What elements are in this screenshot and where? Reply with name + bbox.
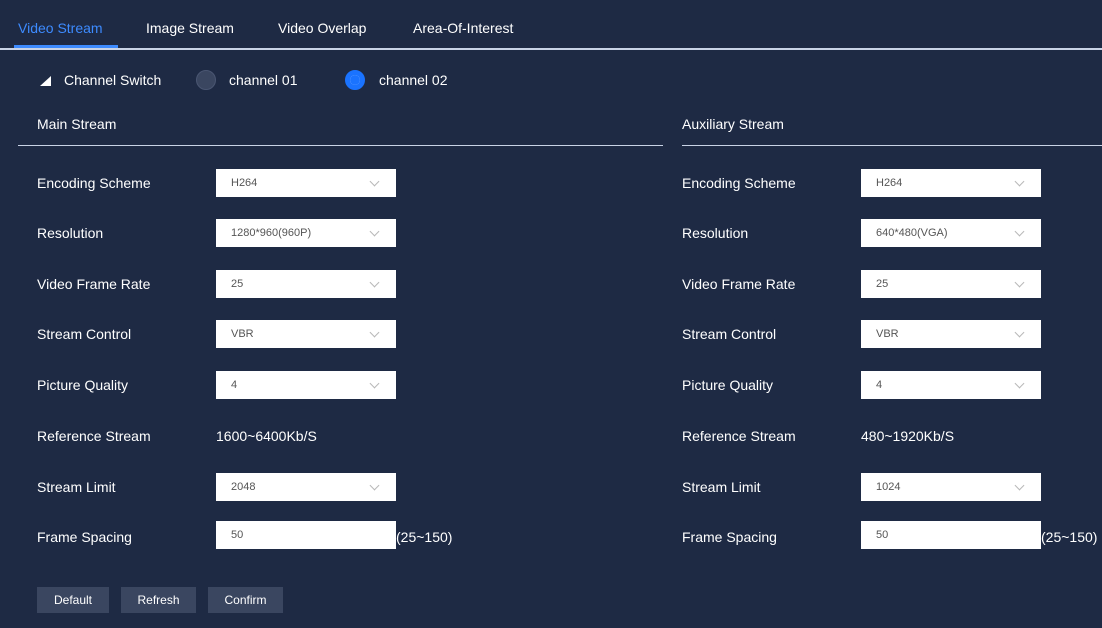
main-reference-stream-label: Reference Stream [37, 428, 151, 444]
main-frame-rate-label: Video Frame Rate [37, 276, 151, 292]
active-tab-indicator [14, 45, 118, 48]
main-frame-spacing-label: Frame Spacing [37, 529, 132, 545]
main-frame-rate-value: 25 [231, 278, 244, 290]
chevron-down-icon [1014, 480, 1025, 491]
aux-frame-rate-select[interactable]: 25 [861, 270, 1041, 298]
main-encoding-scheme-value: H264 [231, 177, 258, 189]
main-stream-control-value: VBR [231, 328, 254, 340]
aux-stream-limit-select[interactable]: 1024 [861, 473, 1041, 501]
main-resolution-label: Resolution [37, 225, 104, 241]
aux-picture-quality-value: 4 [876, 379, 883, 391]
aux-encoding-scheme-select[interactable]: H264 [861, 169, 1041, 197]
aux-stream-control-label: Stream Control [682, 326, 777, 342]
channel-01-radio[interactable] [196, 70, 216, 90]
main-frame-spacing-input[interactable] [216, 521, 396, 549]
aux-picture-quality-label: Picture Quality [682, 377, 774, 393]
tab-video-stream[interactable]: Video Stream [18, 20, 103, 36]
chevron-down-icon [369, 176, 380, 187]
main-encoding-scheme-select[interactable]: H264 [216, 169, 396, 197]
aux-picture-quality-select[interactable]: 4 [861, 371, 1041, 399]
chevron-down-icon [1014, 327, 1025, 338]
tab-area-of-interest[interactable]: Area-Of-Interest [413, 20, 513, 36]
aux-resolution-value: 640*480(VGA) [876, 227, 948, 239]
aux-stream-divider [682, 145, 1102, 146]
aux-encoding-scheme-value: H264 [876, 177, 903, 189]
chevron-down-icon [369, 277, 380, 288]
main-stream-divider [18, 145, 663, 146]
main-stream-limit-value: 2048 [231, 481, 256, 493]
channel-switch: Channel Switch channel 01 channel 02 [0, 60, 700, 100]
main-picture-quality-select[interactable]: 4 [216, 371, 396, 399]
aux-frame-spacing-label: Frame Spacing [682, 529, 777, 545]
chevron-down-icon [1014, 277, 1025, 288]
aux-stream-limit-label: Stream Limit [682, 479, 761, 495]
channel-02-radio[interactable] [345, 70, 365, 90]
main-resolution-value: 1280*960(960P) [231, 227, 312, 239]
aux-frame-rate-value: 25 [876, 278, 889, 290]
channel-02-label[interactable]: channel 02 [379, 72, 448, 88]
aux-stream-control-select[interactable]: VBR [861, 320, 1041, 348]
main-frame-rate-select[interactable]: 25 [216, 270, 396, 298]
refresh-button[interactable]: Refresh [121, 587, 196, 613]
aux-encoding-scheme-label: Encoding Scheme [682, 175, 796, 191]
chevron-down-icon [369, 327, 380, 338]
aux-stream-title: Auxiliary Stream [682, 116, 784, 132]
main-reference-stream-value: 1600~6400Kb/S [216, 428, 317, 444]
aux-frame-spacing-input[interactable] [861, 521, 1041, 549]
aux-resolution-label: Resolution [682, 225, 749, 241]
chevron-down-icon [369, 378, 380, 389]
main-resolution-select[interactable]: 1280*960(960P) [216, 219, 396, 247]
tab-bar: Video Stream Image Stream Video Overlap … [0, 0, 1102, 50]
main-stream-control-select[interactable]: VBR [216, 320, 396, 348]
confirm-button[interactable]: Confirm [208, 587, 283, 613]
chevron-down-icon [1014, 176, 1025, 187]
main-encoding-scheme-label: Encoding Scheme [37, 175, 151, 191]
aux-resolution-select[interactable]: 640*480(VGA) [861, 219, 1041, 247]
chevron-down-icon [1014, 226, 1025, 237]
main-stream-limit-label: Stream Limit [37, 479, 116, 495]
main-stream-title: Main Stream [37, 116, 117, 132]
aux-stream-control-value: VBR [876, 328, 899, 340]
default-button[interactable]: Default [37, 587, 109, 613]
main-picture-quality-label: Picture Quality [37, 377, 129, 393]
main-stream-control-label: Stream Control [37, 326, 132, 342]
tab-image-stream[interactable]: Image Stream [146, 20, 234, 36]
chevron-down-icon [1014, 378, 1025, 389]
channel-01-label[interactable]: channel 01 [229, 72, 298, 88]
aux-stream-limit-value: 1024 [876, 481, 901, 493]
aux-reference-stream-value: 480~1920Kb/S [861, 428, 955, 444]
tab-video-overlap[interactable]: Video Overlap [278, 20, 366, 36]
chevron-down-icon [369, 226, 380, 237]
main-picture-quality-value: 4 [231, 379, 238, 391]
chevron-down-icon [369, 480, 380, 491]
channel-switch-label: Channel Switch [64, 72, 162, 88]
aux-frame-spacing-range: (25~150) [1041, 529, 1098, 545]
main-frame-spacing-range: (25~150) [396, 529, 453, 545]
aux-frame-rate-label: Video Frame Rate [682, 276, 796, 292]
aux-reference-stream-label: Reference Stream [682, 428, 796, 444]
collapse-triangle-icon[interactable] [40, 76, 51, 86]
main-stream-limit-select[interactable]: 2048 [216, 473, 396, 501]
